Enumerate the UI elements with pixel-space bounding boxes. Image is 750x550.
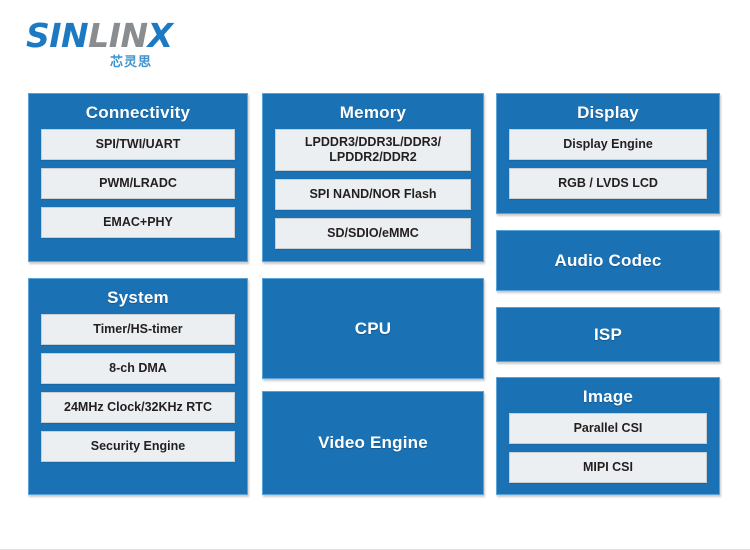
block-items-image: Parallel CSI MIPI CSI [497,413,719,493]
item-spi-twi-uart[interactable]: SPI/TWI/UART [41,129,235,160]
logo-text-lin: LIN [88,16,148,55]
block-memory[interactable]: Memory LPDDR3/DDR3L/DDR3/ LPDDR2/DDR2 SP… [262,93,484,262]
block-items-display: Display Engine RGB / LVDS LCD [497,129,719,209]
logo-text-x: X [147,16,173,55]
item-pwm-lradc[interactable]: PWM/LRADC [41,168,235,199]
block-items-system: Timer/HS-timer 8-ch DMA 24MHz Clock/32KH… [29,314,247,472]
block-title-video-engine: Video Engine [318,433,428,452]
logo-wordmark: SINLINX [26,18,226,54]
diagram-column-left: Connectivity SPI/TWI/UART PWM/LRADC EMAC… [28,93,248,495]
block-connectivity[interactable]: Connectivity SPI/TWI/UART PWM/LRADC EMAC… [28,93,248,262]
company-logo: SINLINX 芯灵思 [26,18,226,76]
soc-block-diagram: Connectivity SPI/TWI/UART PWM/LRADC EMAC… [28,93,720,495]
block-title-image: Image [582,387,634,406]
item-ddr-memory[interactable]: LPDDR3/DDR3L/DDR3/ LPDDR2/DDR2 [275,129,471,171]
block-video-engine[interactable]: Video Engine [262,391,484,495]
block-audio-codec[interactable]: Audio Codec [496,230,720,291]
block-system[interactable]: System Timer/HS-timer 8-ch DMA 24MHz Clo… [28,278,248,495]
diagram-column-middle: Memory LPDDR3/DDR3L/DDR3/ LPDDR2/DDR2 SP… [262,93,484,495]
block-items-connectivity: SPI/TWI/UART PWM/LRADC EMAC+PHY [29,129,247,248]
item-8ch-dma[interactable]: 8-ch DMA [41,353,235,384]
block-title-connectivity: Connectivity [85,103,191,122]
item-rgb-lvds-lcd[interactable]: RGB / LVDS LCD [509,168,707,199]
block-title-memory: Memory [339,103,407,122]
item-security-engine[interactable]: Security Engine [41,431,235,462]
item-sd-sdio-emmc[interactable]: SD/SDIO/eMMC [275,218,471,249]
block-title-display: Display [577,103,639,122]
block-diagram-page: SINLINX 芯灵思 Connectivity SPI/TWI/UART PW… [0,0,750,550]
diagram-column-right: Display Display Engine RGB / LVDS LCD Au… [496,93,720,495]
item-mipi-csi[interactable]: MIPI CSI [509,452,707,483]
item-ddr-line1: LPDDR3/DDR3L/DDR3/ [304,135,442,149]
item-clock-rtc[interactable]: 24MHz Clock/32KHz RTC [41,392,235,423]
item-timer-hs-timer[interactable]: Timer/HS-timer [41,314,235,345]
item-emac-phy[interactable]: EMAC+PHY [41,207,235,238]
logo-chinese-name: 芯灵思 [110,55,153,70]
block-image[interactable]: Image Parallel CSI MIPI CSI [496,377,720,495]
block-title-audio-codec: Audio Codec [554,250,662,270]
block-title-cpu: CPU [354,318,392,338]
item-parallel-csi[interactable]: Parallel CSI [509,413,707,444]
block-cpu[interactable]: CPU [262,278,484,379]
block-isp[interactable]: ISP [496,307,720,362]
block-display[interactable]: Display Display Engine RGB / LVDS LCD [496,93,720,214]
logo-text-sin: SIN [26,16,89,55]
block-title-system: System [107,288,169,307]
block-title-isp: ISP [593,324,622,344]
block-items-memory: LPDDR3/DDR3L/DDR3/ LPDDR2/DDR2 SPI NAND/… [263,129,483,259]
item-spi-nand-nor-flash[interactable]: SPI NAND/NOR Flash [275,179,471,210]
item-ddr-line2: LPDDR2/DDR2 [329,150,417,164]
item-display-engine[interactable]: Display Engine [509,129,707,160]
